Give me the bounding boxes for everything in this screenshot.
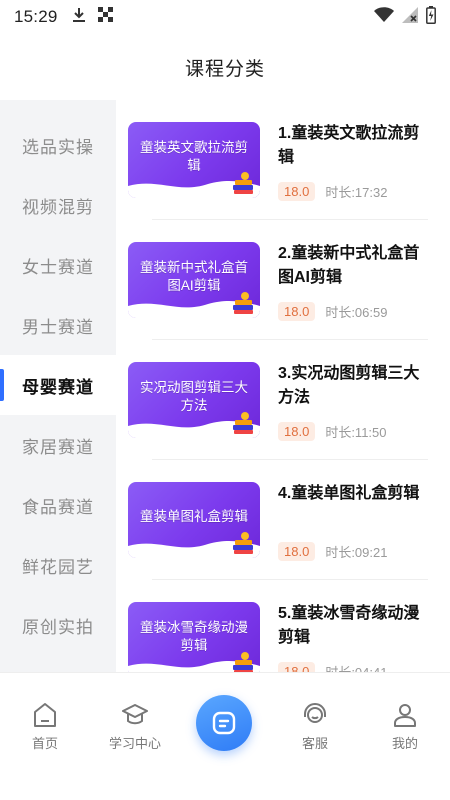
- price-tag: 18.0: [278, 422, 316, 441]
- course-item[interactable]: 童装英文歌拉流剪辑 1.童装英文歌拉流剪辑 18.0 时长:17:32: [128, 100, 428, 220]
- course-title: 5.童装冰雪奇缘动漫剪辑: [278, 605, 420, 646]
- sidebar-item-flowers[interactable]: 鲜花园艺: [0, 535, 116, 595]
- sidebar-item-maternal-baby[interactable]: 母婴赛道: [0, 355, 116, 415]
- price-tag: 18.0: [278, 662, 316, 672]
- nav-mine[interactable]: 我的: [370, 701, 440, 752]
- center-action-button[interactable]: [196, 695, 252, 751]
- battery-icon: [426, 5, 436, 29]
- course-item[interactable]: 童装单图礼盒剪辑 4.童装单图礼盒剪辑 18.0 时长:09:21: [128, 460, 428, 580]
- books-icon: [233, 532, 253, 554]
- course-item[interactable]: 童装冰雪奇缘动漫剪辑 5.童装冰雪奇缘动漫剪辑 18.0 时长:04:41: [128, 580, 428, 672]
- course-thumbnail: 实况动图剪辑三大方法: [128, 362, 260, 438]
- sidebar-item-home[interactable]: 家居赛道: [0, 415, 116, 475]
- sidebar-item-women[interactable]: 女士赛道: [0, 235, 116, 295]
- course-thumbnail: 童装冰雪奇缘动漫剪辑: [128, 602, 260, 672]
- duration-text: 时长:06:59: [325, 305, 388, 320]
- course-thumbnail: 童装英文歌拉流剪辑: [128, 122, 260, 198]
- course-title: 1.童装英文歌拉流剪辑: [278, 125, 420, 166]
- nav-customer-service[interactable]: 客服: [280, 701, 350, 752]
- user-icon: [394, 704, 416, 727]
- nav-study-label: 学习中心: [108, 736, 161, 751]
- sidebar-item-product-selection[interactable]: 选品实操: [0, 115, 116, 175]
- qr-scan-icon: [97, 7, 113, 27]
- books-icon: [233, 652, 253, 672]
- bottom-nav: 首页 学习中心 客服 我的: [0, 672, 450, 800]
- document-icon: [212, 711, 236, 735]
- course-list: 童装英文歌拉流剪辑 1.童装英文歌拉流剪辑 18.0 时长:17:32 童装新中…: [116, 100, 450, 672]
- books-icon: [233, 412, 253, 434]
- page-title: 课程分类: [184, 58, 265, 80]
- nav-mine-label: 我的: [391, 736, 418, 751]
- course-thumbnail: 童装新中式礼盒首图AI剪辑: [128, 242, 260, 318]
- category-sidebar: 选品实操 视频混剪 女士赛道 男士赛道 母婴赛道 家居赛道 食品赛道 鲜花园艺 …: [0, 100, 116, 672]
- graduation-cap-icon: [122, 704, 148, 725]
- sidebar-item-video-mix[interactable]: 视频混剪: [0, 175, 116, 235]
- duration-text: 时长:09:21: [325, 545, 388, 560]
- course-thumbnail: 童装单图礼盒剪辑: [128, 482, 260, 558]
- headset-icon: [304, 703, 326, 723]
- sidebar-item-men[interactable]: 男士赛道: [0, 295, 116, 355]
- nav-home-label: 首页: [31, 736, 58, 751]
- signal-icon: [402, 6, 418, 28]
- nav-service-label: 客服: [301, 736, 328, 751]
- price-tag: 18.0: [278, 182, 316, 201]
- home-icon: [34, 703, 56, 727]
- sidebar-item-original-shoot[interactable]: 原创实拍: [0, 595, 116, 655]
- nav-home[interactable]: 首页: [10, 701, 80, 752]
- status-time: 15:29: [14, 7, 58, 26]
- course-title: 2.童装新中式礼盒首图AI剪辑: [278, 245, 420, 286]
- nav-study-center[interactable]: 学习中心: [100, 701, 170, 752]
- duration-text: 时长:04:41: [325, 662, 387, 672]
- course-item[interactable]: 童装新中式礼盒首图AI剪辑 2.童装新中式礼盒首图AI剪辑 18.0 时长:06…: [128, 220, 428, 340]
- header: 课程分类: [0, 34, 450, 100]
- price-tag: 18.0: [278, 302, 316, 321]
- course-title: 4.童装单图礼盒剪辑: [278, 485, 420, 502]
- course-title: 3.实况动图剪辑三大方法: [278, 365, 420, 406]
- course-item[interactable]: 实况动图剪辑三大方法 3.实况动图剪辑三大方法 18.0 时长:11:50: [128, 340, 428, 460]
- books-icon: [233, 172, 253, 194]
- books-icon: [233, 292, 253, 314]
- duration-text: 时长:11:50: [325, 425, 387, 440]
- price-tag: 18.0: [278, 542, 316, 561]
- duration-text: 时长:17:32: [325, 185, 388, 200]
- status-bar: 15:29: [0, 0, 450, 34]
- wifi-icon: [374, 6, 394, 28]
- download-icon: [72, 7, 86, 28]
- sidebar-item-food[interactable]: 食品赛道: [0, 475, 116, 535]
